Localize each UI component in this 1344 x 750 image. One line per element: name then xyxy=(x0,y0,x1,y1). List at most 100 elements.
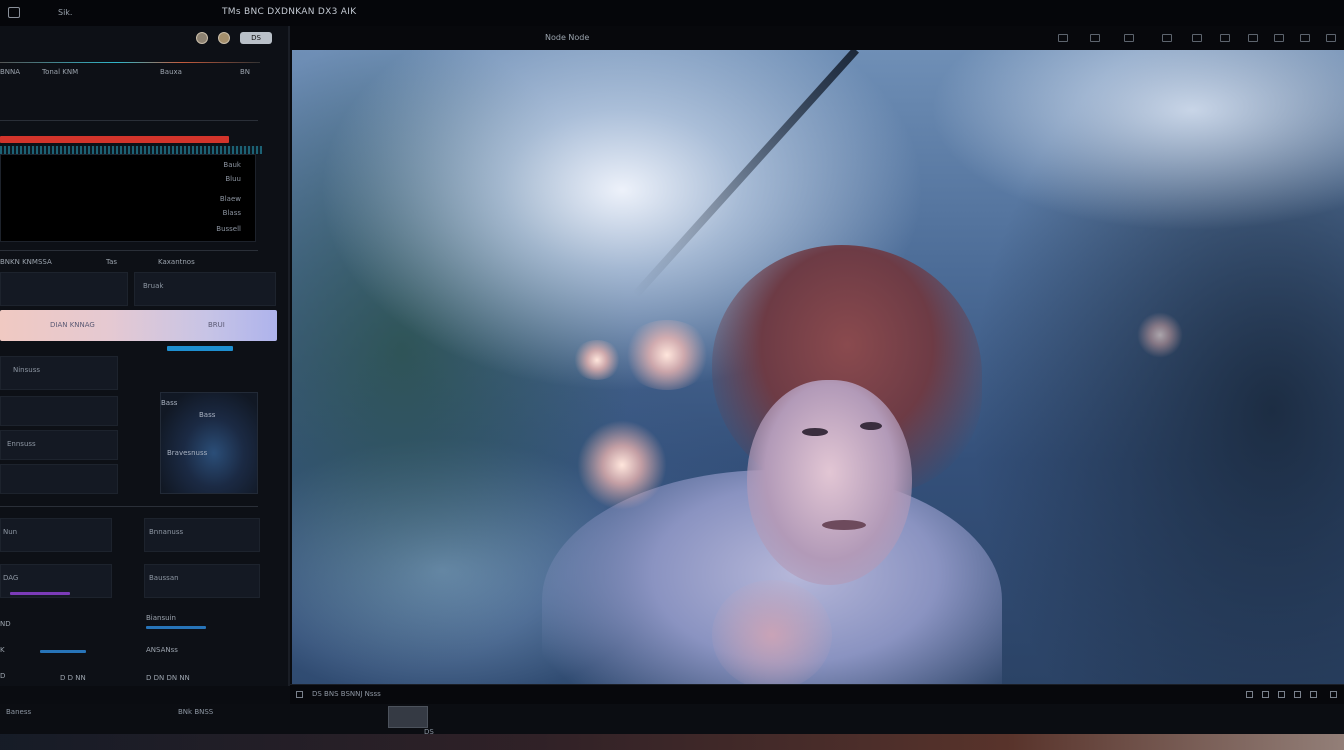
scope-icon[interactable] xyxy=(1220,34,1230,42)
light-flare xyxy=(577,420,667,510)
color-picker-icon[interactable] xyxy=(196,32,208,44)
divider xyxy=(0,250,258,251)
card-label: DAG xyxy=(3,574,19,582)
preview-label: Bauk xyxy=(223,161,241,169)
image-subject-hand xyxy=(712,580,832,684)
level-bar xyxy=(0,136,229,143)
row-label: D DN DN NN xyxy=(146,674,190,682)
card-label: Ennsuss xyxy=(7,440,36,448)
frame-icon[interactable] xyxy=(296,691,303,698)
card-label: Bruak xyxy=(143,282,164,290)
panel-card: Ninsuss xyxy=(0,356,118,390)
row-label: ND xyxy=(0,620,11,628)
split-icon[interactable] xyxy=(1192,34,1202,42)
image-subject-face xyxy=(747,380,912,585)
app-icon[interactable] xyxy=(8,7,20,18)
grid-icon[interactable] xyxy=(1058,34,1068,42)
viewer-toolbar: Node Node xyxy=(290,26,1344,50)
row-label[interactable]: Kaxantnos xyxy=(158,258,195,266)
settings-icon[interactable] xyxy=(1248,34,1258,42)
loop-icon[interactable] xyxy=(1310,691,1317,698)
viewer-mode-label[interactable]: Node Node xyxy=(545,33,589,42)
menu-item[interactable]: Sik. xyxy=(58,8,72,17)
card-label: Nun xyxy=(3,528,18,536)
divider xyxy=(0,120,258,121)
mini-bar xyxy=(40,650,86,653)
tab-divider xyxy=(0,62,260,63)
window-title: TMs BNC DXDNKAN DX3 AIK xyxy=(222,7,357,17)
gradient-bar[interactable]: DIAN KNNAG BRUI xyxy=(0,310,277,341)
menu-icon[interactable] xyxy=(1300,34,1310,42)
thumb-label: Bravesnuss xyxy=(167,449,208,457)
fullscreen-icon[interactable] xyxy=(1330,691,1337,698)
light-flare xyxy=(572,340,622,380)
media-thumbnail[interactable]: Bass Bass Bravesnuss xyxy=(160,392,258,494)
gradient-label: DIAN KNNAG xyxy=(50,321,95,329)
preview-label: Blaew xyxy=(219,195,241,203)
layout-icon[interactable] xyxy=(1090,34,1100,42)
light-flare xyxy=(1137,312,1183,358)
panel-card: Bruak xyxy=(134,272,276,306)
thumb-label: Bass xyxy=(199,411,216,419)
expand-icon[interactable] xyxy=(1326,34,1336,42)
row-label[interactable]: Tas xyxy=(106,258,117,266)
panel-header-controls: DS xyxy=(196,32,272,44)
tab-2[interactable]: Tonal KNM xyxy=(42,68,78,76)
title-bar: Sik. TMs BNC DXDNKAN DX3 AIK xyxy=(0,0,1344,27)
play-icon[interactable] xyxy=(1262,691,1269,698)
row-label: K xyxy=(0,646,5,654)
panel-card: Bnnanuss xyxy=(144,518,260,552)
row-label[interactable]: BNKN KNMSSA xyxy=(0,258,52,266)
view-icon[interactable] xyxy=(1124,34,1134,42)
stop-icon[interactable] xyxy=(1278,691,1285,698)
tab-3[interactable]: Bauxa xyxy=(160,68,182,76)
monitor-icon[interactable] xyxy=(1162,34,1172,42)
light-flare xyxy=(622,320,712,390)
palette-icon[interactable] xyxy=(218,32,230,44)
active-indicator xyxy=(167,346,233,351)
tab-4[interactable]: BN xyxy=(240,68,250,76)
forward-icon[interactable] xyxy=(1294,691,1301,698)
waveform xyxy=(0,146,262,154)
divider xyxy=(0,506,258,507)
viewer-status-bar: DS BNS BSNNJ Nsss xyxy=(290,684,1344,704)
preview-label: Bluu xyxy=(225,175,241,183)
thumb-label: Bass xyxy=(161,399,178,407)
gradient-label: BRUI xyxy=(208,321,225,329)
timeline-label: Baness xyxy=(6,708,32,716)
timeline-strip: Baness BNk BNSS DS xyxy=(0,704,1344,736)
timeline-clip[interactable] xyxy=(388,706,428,728)
preview-box: Bauk Bluu Blaew Blass Bussell xyxy=(0,154,256,242)
preview-label: Blass xyxy=(222,209,241,217)
card-label: Ninsuss xyxy=(13,366,40,374)
bottom-glow xyxy=(0,734,1344,750)
status-text: DS BNS BSNNJ Nsss xyxy=(312,690,381,698)
row-label: D D NN xyxy=(60,674,86,682)
row-label: D xyxy=(0,672,6,680)
panel-card xyxy=(0,272,128,306)
panel-tabs: BNNA Tonal KNM Bauxa BN xyxy=(0,66,280,80)
image-subject-eye xyxy=(860,422,882,430)
image-subject-eye xyxy=(802,428,828,436)
panel-card xyxy=(0,396,118,426)
editor-window: Sik. TMs BNC DXDNKAN DX3 AIK Node Node D… xyxy=(0,0,1344,750)
timeline-label: BNk BNSS xyxy=(178,708,214,716)
mini-bar xyxy=(10,592,70,595)
rewind-icon[interactable] xyxy=(1246,691,1253,698)
row-label: Biansuin xyxy=(146,614,176,622)
window-icon[interactable] xyxy=(1274,34,1284,42)
panel-card: Baussan xyxy=(144,564,260,598)
panel-card: Ennsuss xyxy=(0,430,118,460)
mini-bar xyxy=(146,626,206,629)
color-panel: DS BNNA Tonal KNM Bauxa BN Bauk Bluu Bla… xyxy=(0,26,290,686)
panel-card xyxy=(0,464,118,494)
image-subject-mouth xyxy=(822,520,866,530)
card-label: Baussan xyxy=(149,574,179,582)
tab-1[interactable]: BNNA xyxy=(0,68,20,76)
row-label: ANSANss xyxy=(146,646,178,654)
video-viewer[interactable] xyxy=(292,50,1344,684)
card-label: Bnnanuss xyxy=(149,528,184,536)
panel-card: Nun xyxy=(0,518,112,552)
preview-label: Bussell xyxy=(216,225,241,233)
panel-mode-button[interactable]: DS xyxy=(240,32,272,44)
